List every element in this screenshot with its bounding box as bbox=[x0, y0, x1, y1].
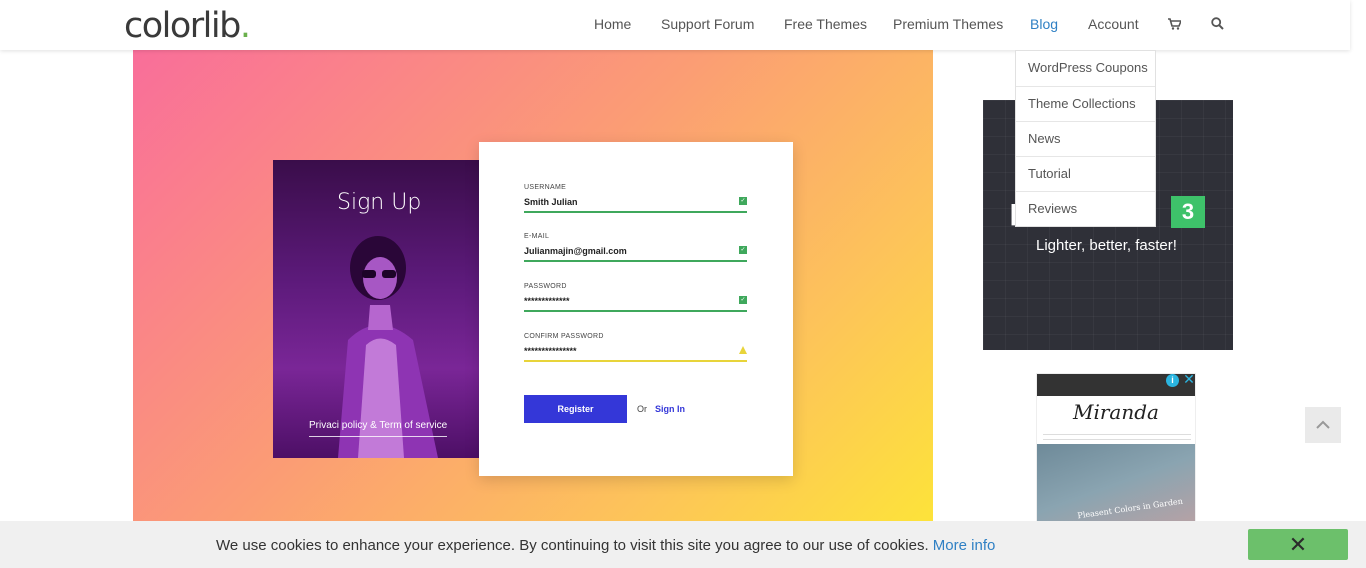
site-header: colorlib. Home Support Forum Free Themes… bbox=[0, 0, 1350, 50]
username-value: Smith Julian bbox=[524, 197, 578, 207]
email-input[interactable]: Julianmajin@gmail.com ✓ bbox=[524, 245, 747, 262]
dropdown-item-wordpress-coupons[interactable]: WordPress Coupons bbox=[1016, 51, 1155, 86]
photo-panel: Sign Up Privaci policy & Term of service bbox=[273, 160, 479, 458]
signup-form-card: USERNAME Smith Julian ✓ E-MAIL Julianmaj… bbox=[479, 142, 793, 476]
cookie-consent-bar: We use cookies to enhance your experienc… bbox=[0, 521, 1366, 568]
email-label: E-MAIL bbox=[524, 233, 550, 240]
confirm-password-field: CONFIRM PASSWORD *************** bbox=[524, 333, 747, 362]
valid-check-icon: ✓ bbox=[739, 197, 747, 205]
nav-free-themes[interactable]: Free Themes bbox=[784, 16, 867, 32]
dropdown-item-theme-collections[interactable]: Theme Collections bbox=[1016, 86, 1155, 121]
nav-support-forum[interactable]: Support Forum bbox=[661, 16, 754, 32]
email-field: E-MAIL Julianmajin@gmail.com ✓ bbox=[524, 233, 747, 262]
username-field: USERNAME Smith Julian ✓ bbox=[524, 184, 747, 213]
register-button[interactable]: Register bbox=[524, 395, 627, 423]
ad-close-icon[interactable]: ✕ bbox=[1182, 372, 1196, 387]
privacy-policy-link[interactable]: Privaci policy & Term of service bbox=[309, 420, 448, 437]
password-field: PASSWORD ************* ✓ bbox=[524, 283, 747, 312]
dropdown-item-reviews[interactable]: Reviews bbox=[1016, 191, 1155, 226]
dropdown-item-news[interactable]: News bbox=[1016, 121, 1155, 156]
password-input[interactable]: ************* ✓ bbox=[524, 295, 747, 312]
or-label: Or bbox=[637, 404, 647, 414]
dropdown-item-tutorial[interactable]: Tutorial bbox=[1016, 156, 1155, 191]
ad-version-badge: 3 bbox=[1171, 196, 1205, 228]
cookie-message: We use cookies to enhance your experienc… bbox=[216, 537, 995, 554]
ad-miranda-title: Miranda bbox=[1073, 400, 1159, 424]
warning-icon bbox=[739, 346, 747, 354]
cookie-more-info-link[interactable]: More info bbox=[933, 537, 996, 554]
colorlib-logo[interactable]: colorlib. bbox=[124, 6, 251, 46]
valid-check-icon: ✓ bbox=[739, 296, 747, 304]
search-icon[interactable] bbox=[1211, 17, 1224, 33]
ad-tagline: Lighter, better, faster! bbox=[1036, 237, 1177, 254]
chevron-up-icon bbox=[1316, 420, 1330, 429]
confirm-password-input[interactable]: *************** bbox=[524, 345, 747, 362]
sidebar-ad-miranda[interactable]: Miranda Pleasent Colors in Garden bbox=[1036, 373, 1196, 523]
nav-blog[interactable]: Blog bbox=[1030, 16, 1058, 32]
sign-in-link[interactable]: Sign In bbox=[655, 404, 685, 414]
cookie-message-text: We use cookies to enhance your experienc… bbox=[216, 537, 929, 554]
nav-premium-themes[interactable]: Premium Themes bbox=[893, 16, 1003, 32]
logo-text: colorlib bbox=[124, 6, 241, 46]
hero-signup-preview[interactable]: Sign Up Privaci policy & Term of service… bbox=[133, 50, 933, 521]
nav-account[interactable]: Account bbox=[1088, 16, 1139, 32]
scroll-to-top-button[interactable] bbox=[1305, 407, 1341, 443]
username-input[interactable]: Smith Julian ✓ bbox=[524, 196, 747, 213]
blog-dropdown-menu: WordPress Coupons Theme Collections News… bbox=[1015, 50, 1156, 227]
password-value: ************* bbox=[524, 296, 570, 306]
ad-info-icon[interactable]: i bbox=[1166, 374, 1179, 387]
confirm-password-label: CONFIRM PASSWORD bbox=[524, 333, 604, 340]
photo-title: Sign Up bbox=[337, 190, 422, 215]
email-value: Julianmajin@gmail.com bbox=[524, 246, 627, 256]
nav-home[interactable]: Home bbox=[594, 16, 631, 32]
ad-nav-strip bbox=[1043, 434, 1191, 440]
logo-dot: . bbox=[239, 6, 251, 46]
username-label: USERNAME bbox=[524, 184, 567, 191]
confirm-password-value: *************** bbox=[524, 346, 577, 356]
cart-icon[interactable] bbox=[1168, 17, 1183, 33]
cookie-close-button[interactable]: ✕ bbox=[1248, 529, 1348, 560]
valid-check-icon: ✓ bbox=[739, 246, 747, 254]
password-label: PASSWORD bbox=[524, 283, 567, 290]
